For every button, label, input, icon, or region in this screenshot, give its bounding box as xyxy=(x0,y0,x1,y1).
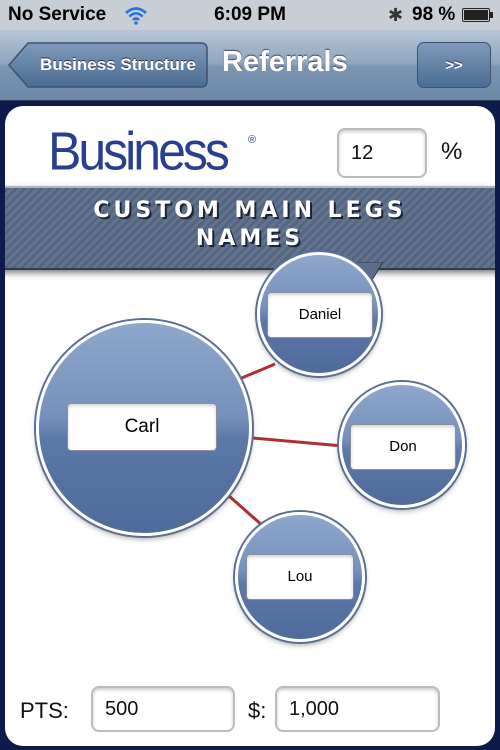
battery-icon xyxy=(462,8,493,22)
leg-name-field-daniel[interactable]: Daniel xyxy=(267,292,373,338)
banner-line-2: NAMES xyxy=(195,226,305,251)
back-button[interactable]: Business Structure xyxy=(8,42,208,88)
content-card: Business ® 12 % CUSTOM MAIN LEGS NAMES D… xyxy=(5,106,495,746)
dollar-input[interactable]: 1,000 xyxy=(275,686,440,732)
connector-don xyxy=(252,436,344,448)
status-bar: No Service 6:09 PM ✱ 98 % xyxy=(0,0,500,30)
page-title: Referrals xyxy=(222,46,348,78)
root-name-field-carl[interactable]: Carl xyxy=(67,403,217,451)
banner-line-1: CUSTOM MAIN LEGS xyxy=(93,198,407,223)
forward-button[interactable]: >> xyxy=(417,42,491,88)
points-label: PTS: xyxy=(20,698,69,723)
leg-name-field-don[interactable]: Don xyxy=(350,424,456,470)
points-input[interactable]: 500 xyxy=(91,686,235,732)
tip-banner: CUSTOM MAIN LEGS NAMES xyxy=(5,186,495,270)
connector-lou xyxy=(228,494,264,528)
connector-daniel xyxy=(236,362,276,382)
navigation-bar: Business Structure Referrals >> xyxy=(0,30,500,101)
battery-percent: 98 % xyxy=(412,4,456,25)
bluetooth-icon: ✱ xyxy=(388,5,404,25)
leg-name-field-lou[interactable]: Lou xyxy=(246,554,354,600)
back-button-label: Business Structure xyxy=(40,55,196,74)
dollar-label: $: xyxy=(248,698,267,723)
